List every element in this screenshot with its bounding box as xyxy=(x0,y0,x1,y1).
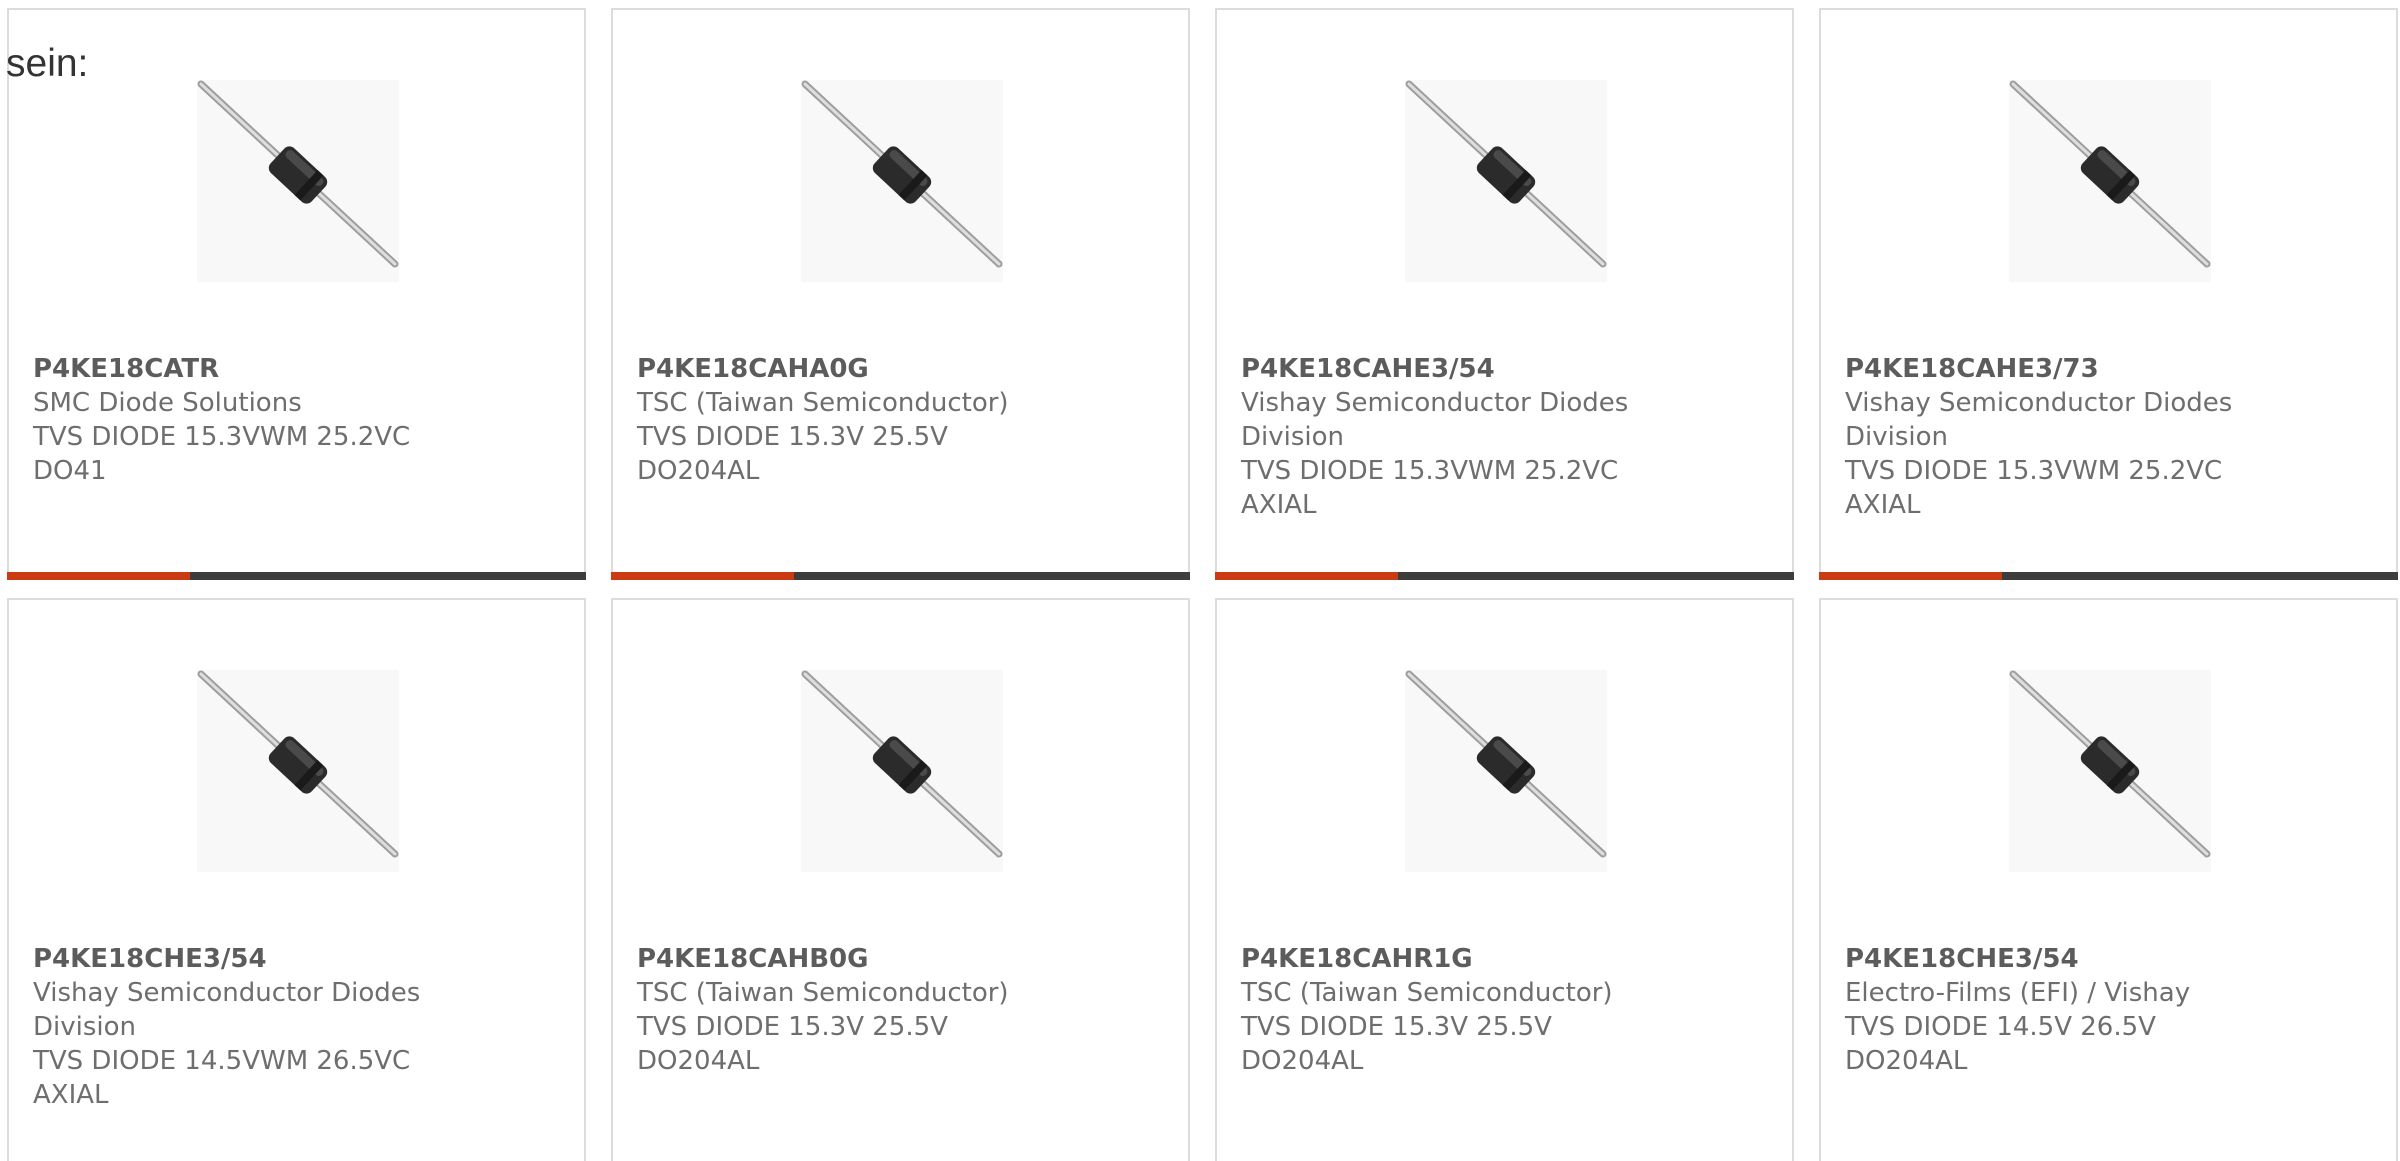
manufacturer: Vishay Semiconductor Diodes Division xyxy=(1241,388,1629,452)
part-number[interactable]: P4KE18CHE3/54 xyxy=(1845,942,2265,976)
bar-dark-segment xyxy=(1398,572,1794,580)
axial-diode-icon[interactable] xyxy=(2009,80,2211,282)
product-card[interactable]: P4KE18CAHA0G TSC (Taiwan Semiconductor) … xyxy=(611,8,1190,580)
part-number[interactable]: P4KE18CHE3/54 xyxy=(33,942,453,976)
product-card[interactable]: P4KE18CHE3/54 Electro-Films (EFI) / Vish… xyxy=(1819,598,2398,1161)
product-card[interactable]: P4KE18CHE3/54 Vishay Semiconductor Diode… xyxy=(7,598,586,1161)
package: AXIAL xyxy=(1845,490,1921,520)
part-number[interactable]: P4KE18CAHE3/73 xyxy=(1845,352,2265,386)
manufacturer: Vishay Semiconductor Diodes Division xyxy=(33,978,421,1042)
description: TVS DIODE 15.3V 25.5V xyxy=(1241,1012,1552,1042)
bar-accent-segment xyxy=(611,572,794,580)
product-card[interactable]: P4KE18CAHE3/54 Vishay Semiconductor Diod… xyxy=(1215,8,1794,580)
product-card[interactable]: P4KE18CAHB0G TSC (Taiwan Semiconductor) … xyxy=(611,598,1190,1161)
bar-dark-segment xyxy=(190,572,586,580)
card-bottom-bar xyxy=(7,572,586,580)
part-number[interactable]: P4KE18CAHE3/54 xyxy=(1241,352,1661,386)
product-info: P4KE18CATR SMC Diode Solutions TVS DIODE… xyxy=(33,352,453,488)
axial-diode-icon[interactable] xyxy=(2009,670,2211,872)
product-card[interactable]: P4KE18CATR SMC Diode Solutions TVS DIODE… xyxy=(7,8,586,580)
product-info: P4KE18CHE3/54 Vishay Semiconductor Diode… xyxy=(33,942,453,1112)
axial-diode-icon[interactable] xyxy=(801,670,1003,872)
product-grid: P4KE18CATR SMC Diode Solutions TVS DIODE… xyxy=(7,8,2398,1161)
card-bottom-bar xyxy=(611,572,1190,580)
bar-accent-segment xyxy=(1215,572,1398,580)
package: AXIAL xyxy=(33,1080,109,1110)
product-info: P4KE18CAHA0G TSC (Taiwan Semiconductor) … xyxy=(637,352,1057,488)
card-bottom-bar xyxy=(1819,572,2398,580)
axial-diode-icon[interactable] xyxy=(1405,80,1607,282)
package: DO204AL xyxy=(637,1046,760,1076)
product-info: P4KE18CAHE3/73 Vishay Semiconductor Diod… xyxy=(1845,352,2265,522)
page: sein: P4KE18CATR SMC Diode Solutions TVS… xyxy=(0,0,2400,1161)
product-card[interactable]: P4KE18CAHE3/73 Vishay Semiconductor Diod… xyxy=(1819,8,2398,580)
axial-diode-icon[interactable] xyxy=(197,670,399,872)
intro-text: sein: xyxy=(6,42,89,85)
manufacturer: TSC (Taiwan Semiconductor) xyxy=(1241,978,1613,1008)
description: TVS DIODE 15.3V 25.5V xyxy=(637,1012,948,1042)
package: DO204AL xyxy=(637,456,760,486)
product-card[interactable]: P4KE18CAHR1G TSC (Taiwan Semiconductor) … xyxy=(1215,598,1794,1161)
package: AXIAL xyxy=(1241,490,1317,520)
part-number[interactable]: P4KE18CAHA0G xyxy=(637,352,1057,386)
axial-diode-icon[interactable] xyxy=(197,80,399,282)
product-info: P4KE18CAHR1G TSC (Taiwan Semiconductor) … xyxy=(1241,942,1661,1078)
bar-dark-segment xyxy=(2002,572,2398,580)
manufacturer: TSC (Taiwan Semiconductor) xyxy=(637,388,1009,418)
axial-diode-icon[interactable] xyxy=(1405,670,1607,872)
manufacturer: TSC (Taiwan Semiconductor) xyxy=(637,978,1009,1008)
description: TVS DIODE 14.5V 26.5V xyxy=(1845,1012,2156,1042)
manufacturer: Vishay Semiconductor Diodes Division xyxy=(1845,388,2233,452)
bar-dark-segment xyxy=(794,572,1190,580)
manufacturer: SMC Diode Solutions xyxy=(33,388,302,418)
package: DO204AL xyxy=(1845,1046,1968,1076)
part-number[interactable]: P4KE18CAHR1G xyxy=(1241,942,1661,976)
manufacturer: Electro-Films (EFI) / Vishay xyxy=(1845,978,2191,1008)
product-info: P4KE18CAHB0G TSC (Taiwan Semiconductor) … xyxy=(637,942,1057,1078)
description: TVS DIODE 15.3V 25.5V xyxy=(637,422,948,452)
axial-diode-icon[interactable] xyxy=(801,80,1003,282)
description: TVS DIODE 15.3VWM 25.2VC xyxy=(33,422,411,452)
card-bottom-bar xyxy=(1215,572,1794,580)
description: TVS DIODE 14.5VWM 26.5VC xyxy=(33,1046,411,1076)
bar-accent-segment xyxy=(7,572,190,580)
description: TVS DIODE 15.3VWM 25.2VC xyxy=(1241,456,1619,486)
part-number[interactable]: P4KE18CATR xyxy=(33,352,453,386)
product-info: P4KE18CAHE3/54 Vishay Semiconductor Diod… xyxy=(1241,352,1661,522)
package: DO41 xyxy=(33,456,107,486)
part-number[interactable]: P4KE18CAHB0G xyxy=(637,942,1057,976)
package: DO204AL xyxy=(1241,1046,1364,1076)
bar-accent-segment xyxy=(1819,572,2002,580)
description: TVS DIODE 15.3VWM 25.2VC xyxy=(1845,456,2223,486)
product-info: P4KE18CHE3/54 Electro-Films (EFI) / Vish… xyxy=(1845,942,2265,1078)
